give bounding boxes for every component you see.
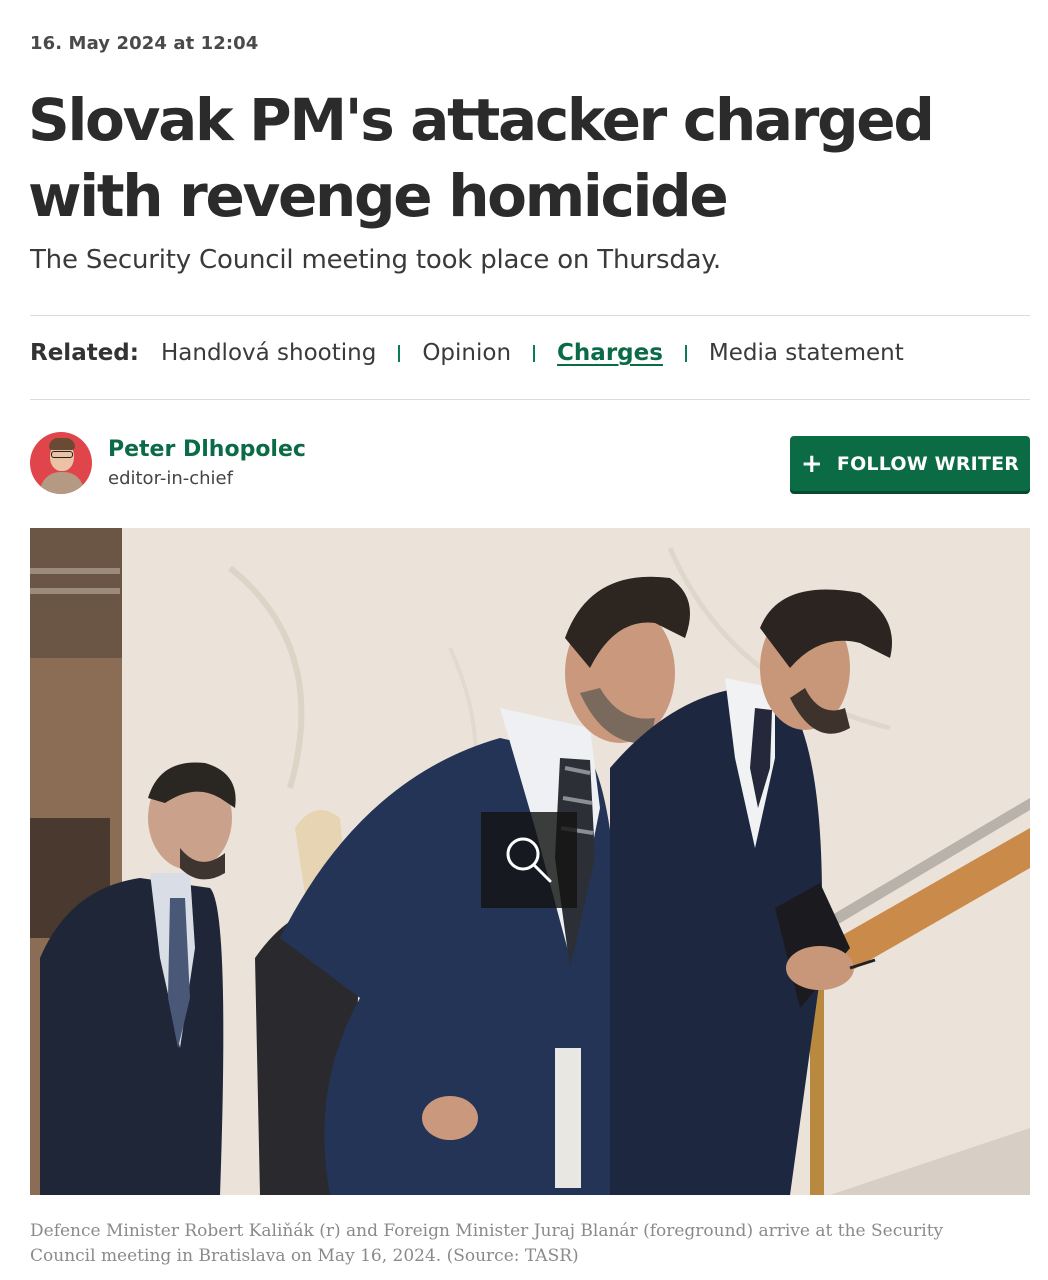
publish-date: 16. May 2024 at 12:04 <box>30 33 259 54</box>
author-name[interactable]: Peter Dlhopolec <box>108 437 306 462</box>
author-block: Peter Dlhopolec editor-in-chief <box>30 432 306 494</box>
article-headline: Slovak PM's attacker charged with reveng… <box>28 86 935 230</box>
related-links: Related: Handlová shooting Opinion Charg… <box>30 340 904 366</box>
related-link-media-statement[interactable]: Media statement <box>709 340 904 366</box>
author-role: editor-in-chief <box>108 468 233 489</box>
magnifier-icon <box>506 837 552 883</box>
follow-writer-button[interactable]: + FOLLOW WRITER <box>790 436 1030 491</box>
related-separator <box>533 344 536 362</box>
zoom-button[interactable] <box>481 812 577 908</box>
article-subtitle: The Security Council meeting took place … <box>30 245 721 275</box>
related-link-charges[interactable]: Charges <box>557 340 663 366</box>
author-avatar[interactable] <box>30 432 92 494</box>
related-separator <box>398 344 401 362</box>
related-link-handlova-shooting[interactable]: Handlová shooting <box>161 340 376 366</box>
divider-bottom <box>30 399 1030 400</box>
follow-writer-label: FOLLOW WRITER <box>836 452 1020 475</box>
related-separator <box>684 344 687 362</box>
related-link-opinion[interactable]: Opinion <box>422 340 511 366</box>
photo-caption: Defence Minister Robert Kaliňák (r) and … <box>30 1221 944 1266</box>
plus-icon: + <box>800 448 823 479</box>
divider-top <box>30 315 1030 316</box>
article-photo[interactable] <box>30 528 1030 1195</box>
related-label: Related: <box>30 340 139 366</box>
